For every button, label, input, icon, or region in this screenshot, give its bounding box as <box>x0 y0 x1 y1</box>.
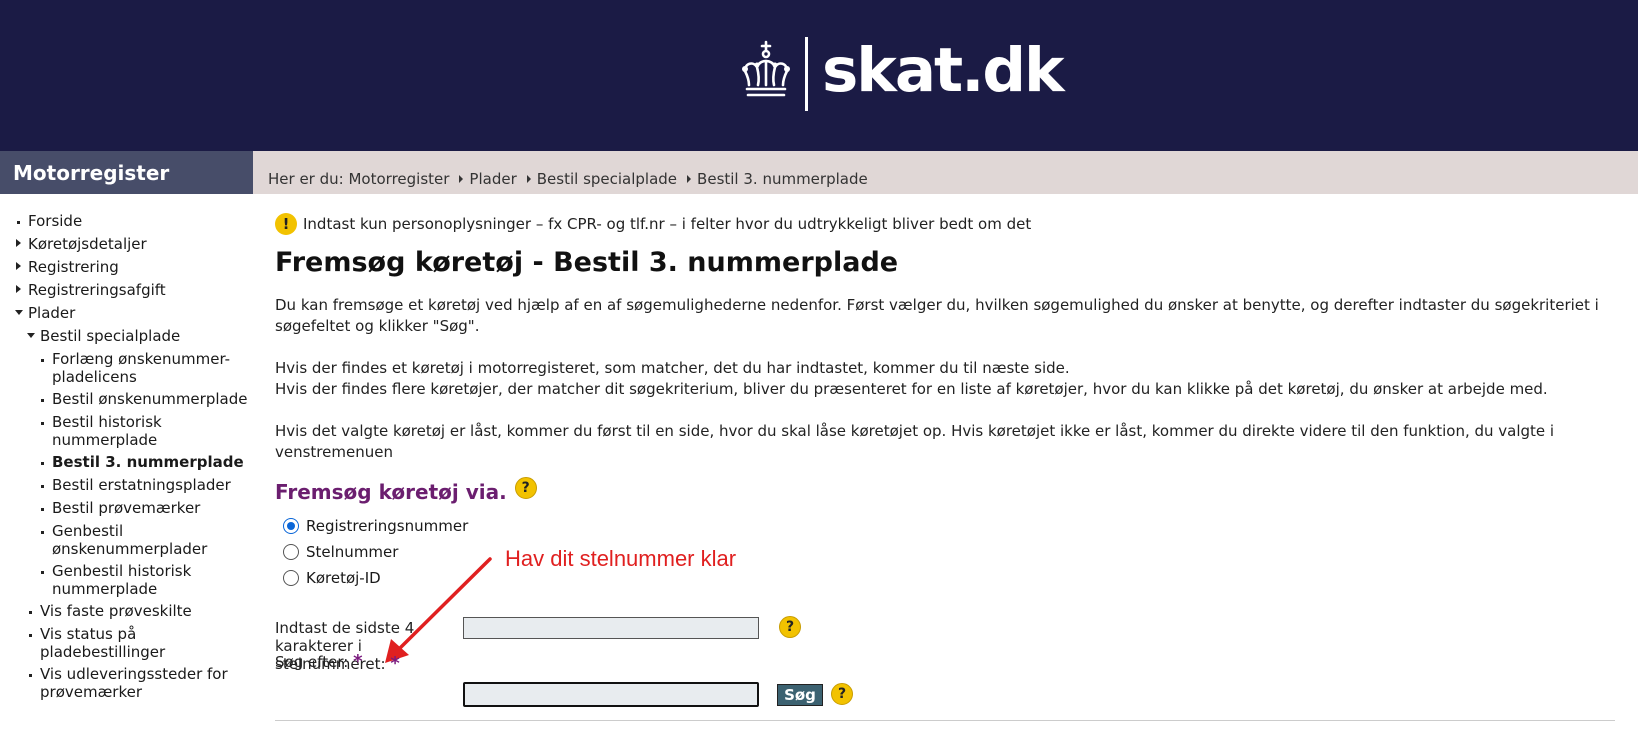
logo-text: skat.dk <box>822 34 1065 106</box>
breadcrumb-prefix: Her er du: <box>268 169 344 188</box>
sidebar-item-registreringsafgift[interactable]: Registreringsafgift <box>28 281 166 299</box>
bullet-icon <box>41 359 44 362</box>
triangle-right-icon <box>16 239 21 247</box>
bullet-icon <box>29 611 32 614</box>
search-label: Søg efter: * <box>275 651 363 672</box>
annotation-text: Hav dit stelnummer klar <box>505 546 737 571</box>
triangle-down-icon <box>27 333 35 338</box>
radio-stelnummer[interactable] <box>283 544 299 560</box>
breadcrumb-motorregister[interactable]: Motorregister <box>348 170 449 188</box>
sidebar-item-forlaeng-oenskenummer[interactable]: Forlæng ønskenummer-pladelicens <box>52 350 247 386</box>
required-mark: * <box>390 653 400 674</box>
sidebar-item-genbestil-oenskenummerplader[interactable]: Genbestil ønskenummerplader <box>52 522 222 558</box>
sidebar-item-bestil-erstatningsplader[interactable]: Bestil erstatningsplader <box>52 476 231 494</box>
bullet-icon <box>41 399 44 402</box>
breadcrumb-current: Bestil 3. nummerplade <box>697 169 868 188</box>
sidebar-item-bestil-3-nummerplade[interactable]: Bestil 3. nummerplade <box>52 453 244 471</box>
option-registreringsnummer-label: Registreringsnummer <box>306 517 469 535</box>
logo-divider <box>805 37 808 111</box>
option-registreringsnummer[interactable]: Registreringsnummer <box>283 517 468 535</box>
help-icon[interactable]: ? <box>779 616 801 638</box>
sidebar-item-koeretoejsdetaljer[interactable]: Køretøjsdetaljer <box>28 235 147 253</box>
breadcrumb: Her er du: Motorregister Plader Bestil s… <box>253 151 1638 194</box>
bullet-icon <box>41 508 44 511</box>
skat-logo[interactable]: skat.dk <box>737 34 1065 112</box>
triangle-down-icon <box>15 310 23 315</box>
search-button[interactable]: Søg <box>777 684 823 706</box>
bullet-icon <box>29 674 32 677</box>
page-title: Fremsøg køretøj - Bestil 3. nummerplade <box>275 247 899 278</box>
search-section-title-text: Fremsøg køretøj via. <box>275 480 507 504</box>
option-koeretoej-id[interactable]: Køretøj-ID <box>283 569 381 587</box>
bullet-icon <box>41 571 44 574</box>
radio-registreringsnummer[interactable] <box>283 518 299 534</box>
triangle-right-icon <box>16 262 21 270</box>
match-paragraph: Hvis der findes et køretøj i motorregist… <box>275 359 1070 377</box>
multiple-paragraph: Hvis der findes flere køretøjer, der mat… <box>275 380 1548 398</box>
search-input[interactable] <box>463 682 759 707</box>
intro-paragraph: Du kan fremsøge et køretøj ved hjælp af … <box>275 296 1599 335</box>
search-section-title: Fremsøg køretøj via. ? <box>275 477 537 504</box>
bullet-icon <box>41 462 44 465</box>
breadcrumb-arrow-icon <box>459 174 464 183</box>
bullet-icon <box>17 221 20 224</box>
breadcrumb-bestil-specialplade[interactable]: Bestil specialplade <box>537 170 677 188</box>
bullet-icon <box>41 485 44 488</box>
sidebar-item-bestil-historisk[interactable]: Bestil historisk nummerplade <box>52 413 202 449</box>
sidebar-item-genbestil-historisk[interactable]: Genbestil historisk nummerplade <box>52 562 202 598</box>
breadcrumb-arrow-icon <box>687 174 692 183</box>
sidebar-item-bestil-proevemaerker[interactable]: Bestil prøvemærker <box>52 499 200 517</box>
help-icon[interactable]: ? <box>514 477 537 499</box>
sidebar-item-forside[interactable]: Forside <box>28 212 82 230</box>
breadcrumb-plader[interactable]: Plader <box>469 170 516 188</box>
sidebar-item-bestil-specialplade[interactable]: Bestil specialplade <box>40 327 180 345</box>
locked-paragraph: Hvis det valgte køretøj er låst, kommer … <box>275 422 1555 461</box>
bullet-icon <box>29 634 32 637</box>
sidebar-item-registrering[interactable]: Registrering <box>28 258 119 276</box>
privacy-notice: ! Indtast kun personoplysninger – fx CPR… <box>275 213 1031 235</box>
option-koeretoej-id-label: Køretøj-ID <box>306 569 381 587</box>
privacy-notice-text: Indtast kun personoplysninger – fx CPR- … <box>303 215 1032 233</box>
last4-input[interactable] <box>463 617 759 639</box>
search-label-text: Søg efter: <box>275 653 349 671</box>
warning-icon: ! <box>275 213 297 235</box>
crown-icon <box>742 40 790 97</box>
triangle-right-icon <box>16 285 21 293</box>
sidebar-item-bestil-oenskenummerplade[interactable]: Bestil ønskenummerplade <box>52 390 247 408</box>
sidebar-item-vis-faste-proeveskilte[interactable]: Vis faste prøveskilte <box>40 602 192 620</box>
divider <box>275 720 1615 721</box>
bullet-icon <box>41 531 44 534</box>
help-icon[interactable]: ? <box>831 683 853 705</box>
sidebar-item-vis-udleveringssteder[interactable]: Vis udleveringssteder for prøvemærker <box>40 665 240 701</box>
sidebar-item-plader[interactable]: Plader <box>28 304 75 322</box>
bullet-icon <box>41 422 44 425</box>
sidebar-title: Motorregister <box>0 151 253 194</box>
radio-koeretoej-id[interactable] <box>283 570 299 586</box>
site-header: skat.dk <box>0 0 1638 151</box>
required-mark: * <box>353 651 363 672</box>
breadcrumb-arrow-icon <box>526 174 531 183</box>
sidebar-item-vis-status[interactable]: Vis status på pladebestillinger <box>40 625 190 661</box>
